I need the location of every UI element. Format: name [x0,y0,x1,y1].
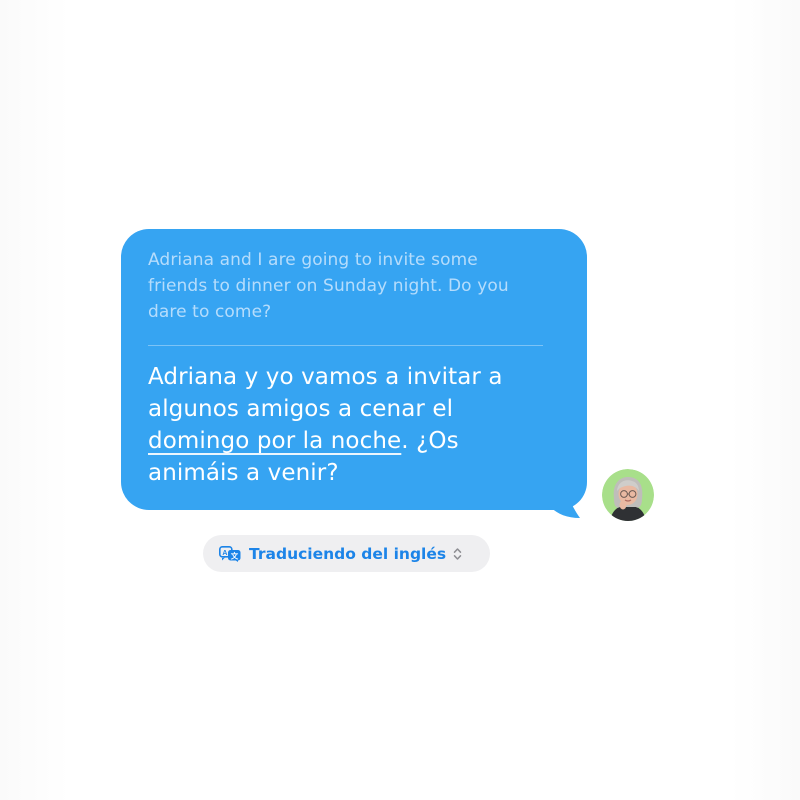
translated-line-2: algunos amigos a cenar el [148,396,454,422]
svg-text:文: 文 [231,550,239,560]
message-bubble[interactable]: Adriana and I are going to invite some f… [121,229,587,510]
svg-text:A: A [222,549,227,556]
translation-label: Traduciendo del inglés [249,544,447,563]
chevron-up-down-icon [453,547,462,560]
translation-toggle-button[interactable]: A 文 Traduciendo del inglés [203,535,490,572]
original-text: Adriana and I are going to invite some f… [148,247,565,331]
translate-icon: A 文 [219,545,241,562]
translated-line-4: animáis a venir? [148,460,339,486]
avatar[interactable] [602,469,654,521]
translation-divider [148,345,543,346]
bubble-tail [542,470,580,518]
translated-line-3-rest: . ¿Os [401,428,459,454]
date-phrase-link[interactable]: domingo por la noche [148,428,401,454]
translated-text: Adriana y yo vamos a invitar a algunos a… [148,361,565,489]
memoji-avatar-icon [602,469,654,521]
original-line-2: friends to dinner on Sunday night. Do yo… [148,276,509,296]
translated-line-3: domingo por la noche. ¿Os [148,425,565,457]
translated-line-1: Adriana y yo vamos a invitar a [148,364,503,390]
screen-background: Adriana and I are going to invite some f… [0,0,800,800]
original-line-1: Adriana and I are going to invite some [148,250,478,270]
original-line-3: dare to come? [148,302,272,322]
